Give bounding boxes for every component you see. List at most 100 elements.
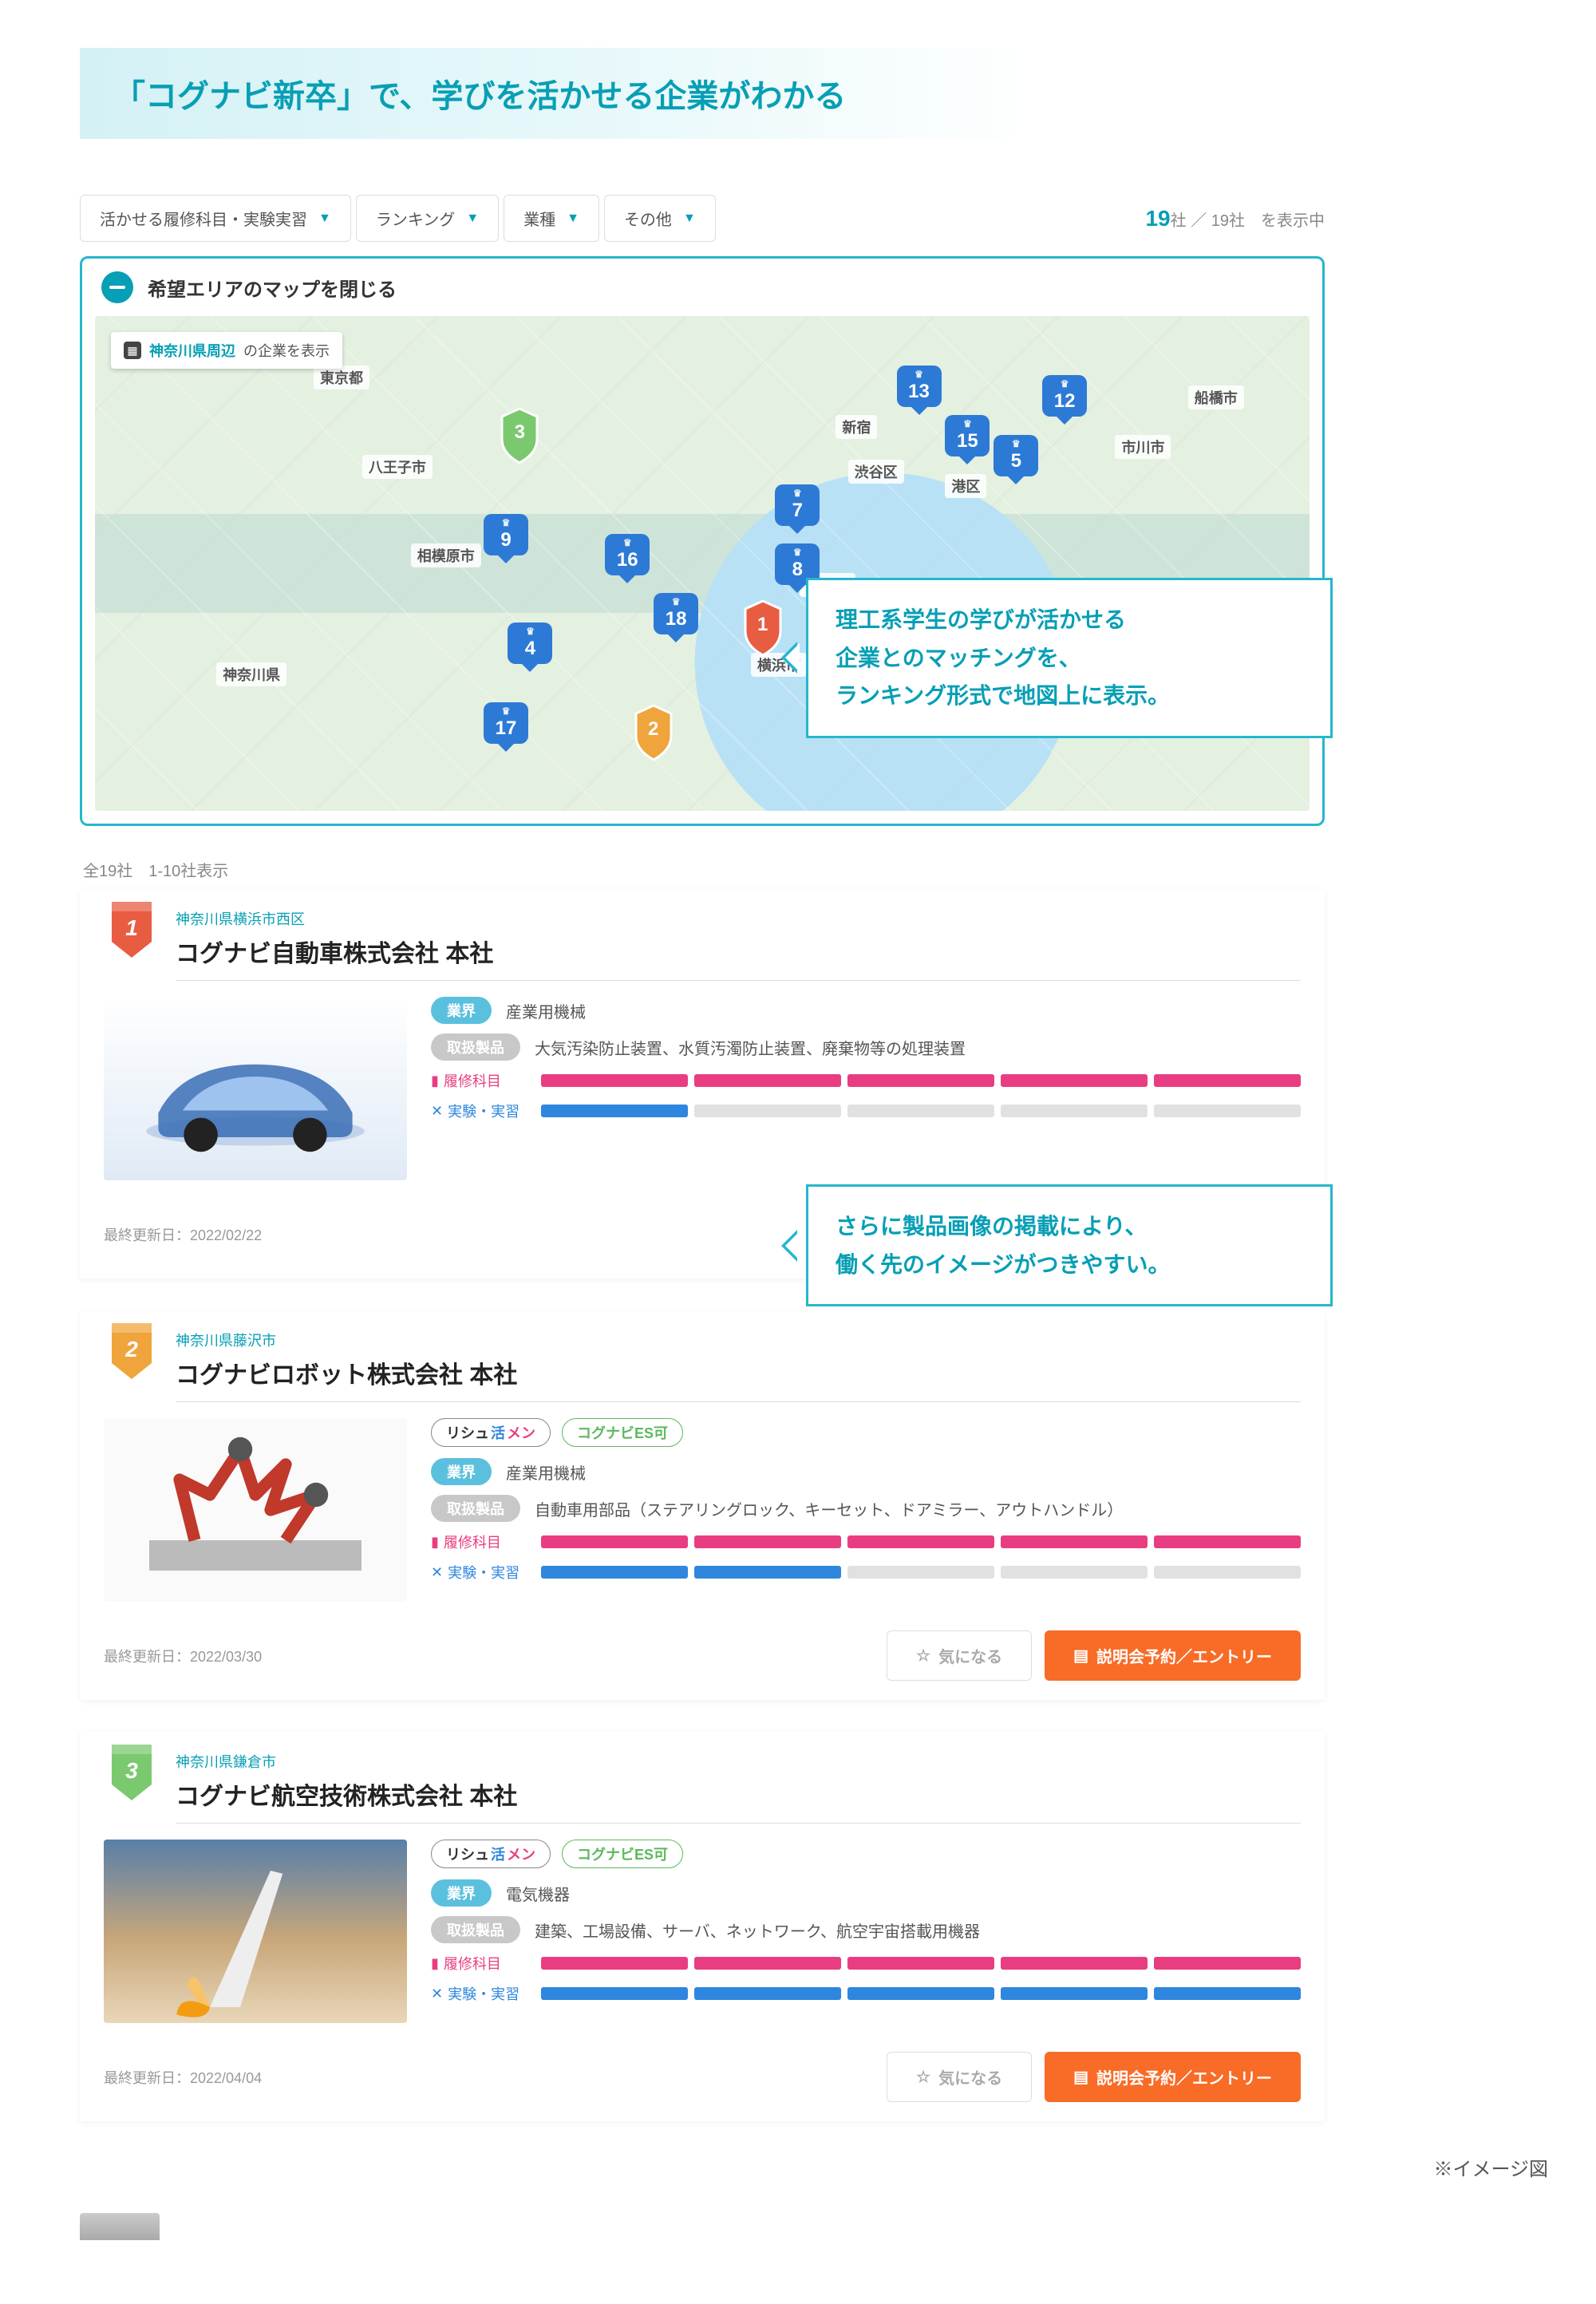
company-title[interactable]: コグナビ航空技術株式会社 本社 xyxy=(176,1776,1301,1812)
map-pin[interactable]: ♛4 xyxy=(508,622,552,675)
chevron-down-icon: ▼ xyxy=(567,211,579,226)
company-thumbnail xyxy=(104,1840,407,2023)
experiment-score xyxy=(541,1105,1301,1117)
experiment-score xyxy=(541,1987,1301,2000)
industry-value: 産業用機械 xyxy=(506,1460,586,1484)
crown-icon: ♛ xyxy=(793,488,802,498)
label-course: ▮履修科目 xyxy=(431,1531,527,1552)
map-medal-pin-1[interactable]: 1 xyxy=(739,598,787,658)
label-course: ▮履修科目 xyxy=(431,1070,527,1091)
chevron-down-icon: ▼ xyxy=(466,211,479,226)
pill-product: 取扱製品 xyxy=(431,1033,520,1061)
map-pin[interactable]: ♛12 xyxy=(1042,375,1087,428)
crown-icon: ♛ xyxy=(793,547,802,557)
product-value: 大気汚染防止装置、水質汚濁防止装置、廃棄物等の処理装置 xyxy=(535,1036,966,1059)
map-medal-pin-3[interactable]: 3 xyxy=(496,405,543,466)
map-pin[interactable]: ♛5 xyxy=(994,435,1038,488)
map-medal-pin-2[interactable]: 2 xyxy=(630,702,678,763)
filter-2[interactable]: 業種▼ xyxy=(504,195,599,242)
crown-icon: ♛ xyxy=(502,518,511,528)
flag-icon: ▮ xyxy=(431,1955,439,1972)
tag-rishu: リシュ活メン xyxy=(431,1418,551,1447)
filter-0[interactable]: 活かせる履修科目・実験実習▼ xyxy=(80,195,351,242)
map-pin[interactable]: ♛17 xyxy=(484,702,528,755)
industry-value: 電気機器 xyxy=(506,1882,570,1905)
filter-1[interactable]: ランキング▼ xyxy=(356,195,499,242)
callout-list: さらに製品画像の掲載により、働く先のイメージがつきやすい。 xyxy=(806,1184,1333,1306)
rank-ribbon: 2 xyxy=(104,1323,160,1387)
crown-icon: ♛ xyxy=(963,419,972,429)
pill-product: 取扱製品 xyxy=(431,1916,520,1943)
company-location: 神奈川県横浜市西区 xyxy=(176,908,1301,929)
star-icon: ☆ xyxy=(916,2067,930,2087)
calendar-icon: ▤ xyxy=(1073,1646,1088,1666)
company-thumbnail xyxy=(104,997,407,1180)
map-city-label: 市川市 xyxy=(1115,435,1171,459)
list-meta: 全19社 1-10社表示 xyxy=(83,858,1325,881)
favorite-button[interactable]: ☆気になる xyxy=(887,1630,1032,1681)
map-city-label: 船橋市 xyxy=(1188,385,1244,409)
company-thumbnail xyxy=(104,1418,407,1602)
crown-icon: ♛ xyxy=(915,370,923,379)
tag-es: コグナビES可 xyxy=(562,1840,683,1868)
map-city-label: 相模原市 xyxy=(411,543,481,567)
map-panel: 希望エリアのマップを閉じる ▦ 神奈川県周辺 の企業を表示 八王子市相模原市神奈… xyxy=(80,256,1325,826)
filter-3[interactable]: その他▼ xyxy=(604,195,716,242)
entry-button[interactable]: ▤説明会予約／エントリー xyxy=(1045,1630,1301,1681)
flag-icon: ▮ xyxy=(431,1534,439,1551)
pill-industry: 業界 xyxy=(431,997,492,1024)
label-experiment: ✕実験・実習 xyxy=(431,1562,527,1583)
map-city-label: 新宿 xyxy=(836,415,877,439)
chevron-down-icon: ▼ xyxy=(318,211,331,226)
result-count: 19社 ／ 19社 を表示中 xyxy=(1145,206,1325,231)
map-city-label: 港区 xyxy=(945,474,986,498)
pill-industry: 業界 xyxy=(431,1879,492,1907)
updated-date: 最終更新日：2022/03/30 xyxy=(104,1646,262,1666)
company-card-2: 2 神奈川県藤沢市 コグナビロボット株式会社 本社 リシュ活メンコグナビES可 … xyxy=(80,1310,1325,1700)
map-pin[interactable]: ♛15 xyxy=(945,415,990,468)
label-experiment: ✕実験・実習 xyxy=(431,1983,527,2004)
star-icon: ☆ xyxy=(916,1646,930,1666)
map-pin[interactable]: ♛13 xyxy=(897,366,942,418)
favorite-button[interactable]: ☆気になる xyxy=(887,2052,1032,2102)
updated-date: 最終更新日：2022/02/22 xyxy=(104,1224,262,1245)
entry-button[interactable]: ▤説明会予約／エントリー xyxy=(1045,2052,1301,2102)
map-pin[interactable]: ♛9 xyxy=(484,514,528,567)
map-city-label: 八王子市 xyxy=(362,455,433,479)
company-location: 神奈川県鎌倉市 xyxy=(176,1751,1301,1772)
chevron-down-icon: ▼ xyxy=(683,211,696,226)
map-city-label: 神奈川県 xyxy=(216,662,286,686)
callout-map: 理工系学生の学びが活かせる企業とのマッチングを、ランキング形式で地図上に表示。 xyxy=(806,578,1333,738)
course-score xyxy=(541,1957,1301,1970)
calendar-icon: ▤ xyxy=(1073,2067,1088,2087)
page-headline: 「コグナビ新卒」で、学びを活かせる企業がわかる xyxy=(80,48,1037,139)
company-title[interactable]: コグナビロボット株式会社 本社 xyxy=(176,1355,1301,1390)
tools-icon: ✕ xyxy=(431,1986,443,2002)
company-card-3: 3 神奈川県鎌倉市 コグナビ航空技術株式会社 本社 リシュ活メンコグナビES可 … xyxy=(80,1732,1325,2121)
crown-icon: ♛ xyxy=(526,626,535,636)
tag-rishu: リシュ活メン xyxy=(431,1840,551,1868)
crown-icon: ♛ xyxy=(623,538,632,547)
map-city-label: 東京都 xyxy=(314,366,369,389)
experiment-score xyxy=(541,1566,1301,1579)
company-location: 神奈川県藤沢市 xyxy=(176,1330,1301,1350)
minus-icon xyxy=(101,271,133,303)
map-pin[interactable]: ♛7 xyxy=(775,484,820,537)
rank-ribbon: 3 xyxy=(104,1745,160,1808)
map-area-chip[interactable]: ▦ 神奈川県周辺 の企業を表示 xyxy=(111,332,342,369)
crown-icon: ♛ xyxy=(672,597,681,607)
course-score xyxy=(541,1535,1301,1548)
map-pin[interactable]: ♛18 xyxy=(654,593,698,646)
product-value: 建築、工場設備、サーバ、ネットワーク、航空宇宙搭載用機器 xyxy=(535,1919,980,1942)
map-toggle[interactable]: 希望エリアのマップを閉じる xyxy=(82,259,1322,316)
footnote: ※イメージ図 xyxy=(80,2153,1548,2181)
label-course: ▮履修科目 xyxy=(431,1953,527,1974)
crown-icon: ♛ xyxy=(1061,379,1069,389)
pill-product: 取扱製品 xyxy=(431,1495,520,1522)
map-city-label: 渋谷区 xyxy=(848,460,904,484)
map-pin[interactable]: ♛16 xyxy=(605,534,650,587)
company-title[interactable]: コグナビ自動車株式会社 本社 xyxy=(176,934,1301,969)
course-score xyxy=(541,1074,1301,1087)
building-icon: ▦ xyxy=(124,342,141,359)
decorative-clip xyxy=(80,2213,160,2240)
